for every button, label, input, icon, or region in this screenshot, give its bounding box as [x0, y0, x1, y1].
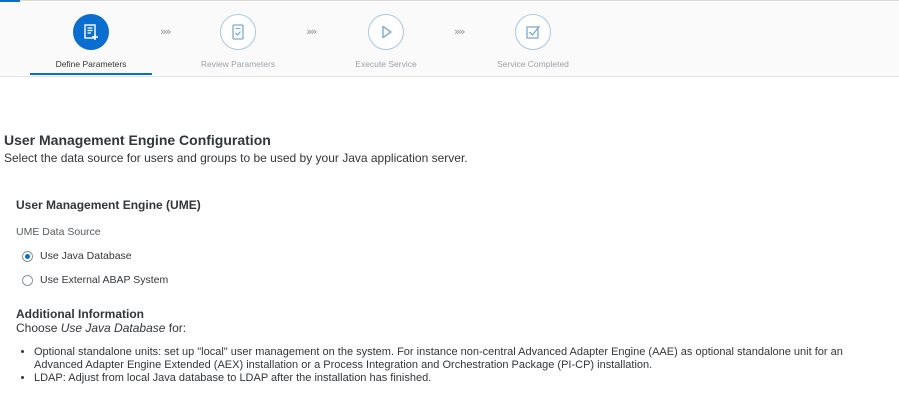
wizard-step-review-parameters[interactable]: Review Parameters	[168, 14, 308, 69]
chevron-double-right-icon: »»	[306, 25, 318, 38]
additional-info-list: Optional standalone units: set up "local…	[18, 346, 894, 385]
radio-label: Use External ABAP System	[40, 274, 169, 286]
review-document-icon	[220, 14, 256, 50]
page-subtitle: Select the data source for users and gro…	[4, 151, 468, 165]
ume-section-title: User Management Engine (UME)	[16, 198, 201, 212]
radio-label: Use Java Database	[40, 250, 132, 262]
radio-dot	[25, 253, 30, 259]
top-border	[0, 0, 899, 1]
wizard-step-label: Review Parameters	[200, 59, 276, 69]
list-item: LDAP: Adjust from local Java database to…	[34, 372, 894, 385]
wizard-step-label: Service Completed	[497, 59, 569, 69]
play-icon	[368, 14, 404, 50]
list-item: Optional standalone units: set up "local…	[34, 346, 894, 372]
active-step-indicator	[30, 73, 152, 75]
choose-prefix: Choose	[16, 321, 61, 335]
radio-option-java-database[interactable]: Use Java Database	[22, 250, 132, 262]
radio-button[interactable]	[22, 274, 33, 286]
edit-document-icon	[73, 14, 109, 50]
checkbox-check-icon	[515, 14, 551, 50]
radio-button-selected[interactable]	[22, 250, 33, 262]
wizard-progress-bar: Define Parameters »» Review Parameters »…	[0, 2, 899, 77]
wizard-step-service-completed[interactable]: Service Completed	[463, 14, 603, 69]
choose-emphasis: Use Java Database	[60, 321, 166, 335]
choose-suffix: for:	[165, 321, 187, 335]
ume-data-source-label: UME Data Source	[16, 226, 101, 238]
wizard-step-define-parameters[interactable]: Define Parameters	[21, 14, 161, 69]
additional-info-title: Additional Information	[16, 307, 144, 321]
wizard-step-label: Execute Service	[355, 59, 417, 69]
radio-option-external-abap[interactable]: Use External ABAP System	[22, 274, 168, 286]
page-title: User Management Engine Configuration	[4, 132, 271, 148]
additional-info-choose-line: Choose Use Java Database for:	[16, 321, 186, 335]
wizard-step-label: Define Parameters	[55, 59, 127, 69]
wizard-step-execute-service[interactable]: Execute Service	[316, 14, 456, 69]
